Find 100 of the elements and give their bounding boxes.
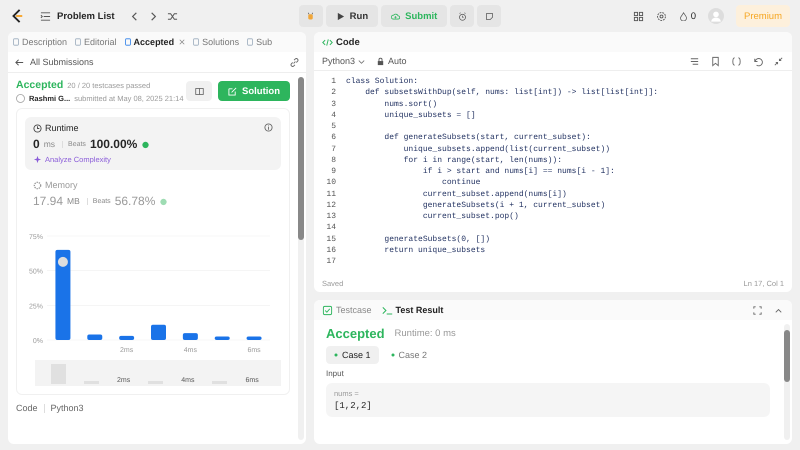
- chart-bar[interactable]: [119, 336, 134, 340]
- line-number: 11: [325, 190, 336, 199]
- line-number: 17: [325, 257, 336, 266]
- timer-button[interactable]: [450, 5, 474, 27]
- run-button[interactable]: Run: [326, 5, 378, 27]
- notes-button[interactable]: [477, 5, 502, 27]
- code-line: def generateSubsets(start, current_subset):: [383, 133, 591, 142]
- chart-bar[interactable]: [182, 333, 198, 340]
- code-line: return unique_subsets: [383, 246, 486, 255]
- problem-list-button[interactable]: Problem List: [40, 10, 115, 22]
- tab-icon: [192, 38, 200, 46]
- tab-icon: [246, 38, 254, 46]
- line-number: 1: [330, 77, 336, 86]
- list-icon: [40, 10, 51, 22]
- panel-tab[interactable]: Solutions: [192, 37, 240, 47]
- close-icon[interactable]: [179, 39, 186, 45]
- case-tab[interactable]: Case 2: [382, 346, 436, 364]
- code-icon: [322, 36, 333, 48]
- runtime-value: 0: [33, 137, 40, 151]
- cloud-upload-icon: [391, 12, 400, 20]
- memory-title: Memory: [33, 180, 78, 190]
- chart-bar[interactable]: [87, 334, 102, 340]
- play-icon: [336, 12, 345, 20]
- panel-tab[interactable]: Editorial: [74, 37, 117, 47]
- avatar-icon: [58, 256, 68, 267]
- line-number: 13: [325, 212, 336, 222]
- clock-icon: [33, 124, 42, 132]
- code-label: Code: [16, 403, 38, 413]
- grid-icon[interactable]: [632, 10, 644, 22]
- tab-icon: [74, 38, 82, 46]
- code-tab[interactable]: Code: [322, 36, 360, 48]
- avatar-icon: [16, 94, 25, 103]
- mode-label[interactable]: Auto: [376, 56, 407, 66]
- runtime-text: Runtime: 0 ms: [394, 328, 456, 339]
- fullscreen-icon[interactable]: [752, 304, 763, 316]
- back-arrow-icon: [14, 56, 25, 68]
- code-line: def subsetsWithDup(self, nums: list[int]) -> list[list[int]]:: [364, 88, 658, 98]
- book-icon: [194, 86, 204, 96]
- runtime-title: Runtime: [33, 123, 79, 133]
- collapse-icon[interactable]: [773, 56, 784, 66]
- line-number: 15: [325, 234, 336, 244]
- status-label: Accepted: [16, 79, 64, 91]
- case-tab[interactable]: Case 1: [326, 346, 379, 364]
- code-line: class Solution:: [346, 77, 418, 86]
- chart-bar[interactable]: [55, 250, 70, 340]
- code-line: current_subset.append(nums[i]): [422, 190, 567, 199]
- scrollbar[interactable]: [784, 324, 790, 440]
- line-number: 7: [330, 144, 336, 154]
- panel-tab[interactable]: Description: [12, 37, 68, 47]
- code-line: continue: [441, 178, 480, 188]
- language-dropdown[interactable]: Python3: [322, 56, 366, 66]
- streak-counter[interactable]: 0: [678, 10, 696, 22]
- back-link[interactable]: All Submissions: [14, 56, 94, 68]
- undo-icon[interactable]: [752, 56, 763, 66]
- info-icon[interactable]: [264, 123, 273, 132]
- line-number: 5: [330, 122, 336, 132]
- panel-tab[interactable]: Accepted: [124, 37, 186, 47]
- code-line: if i > start and nums[i] == nums[i - 1]:: [422, 167, 615, 176]
- sparkle-icon: [33, 155, 42, 164]
- line-number: 14: [325, 223, 336, 232]
- bookmark-icon[interactable]: [710, 56, 721, 66]
- bug-icon: [306, 12, 316, 20]
- code-line: generateSubsets(i + 1, current_subset): [422, 200, 606, 210]
- note-icon: [484, 12, 494, 20]
- line-number: 12: [325, 200, 336, 210]
- checkbox-icon: [322, 304, 333, 316]
- input-label: Input: [326, 369, 345, 378]
- dot-icon: [390, 353, 395, 357]
- line-number: 2: [330, 88, 336, 98]
- line-number: 9: [330, 167, 336, 176]
- panel-tab[interactable]: Sub: [246, 37, 272, 47]
- runtime-unit: ms: [44, 139, 56, 149]
- chart-bar[interactable]: [214, 336, 230, 340]
- code-line: nums.sort(): [383, 100, 438, 109]
- code-line: unique_subsets = []: [383, 110, 476, 120]
- memory-unit: MB: [67, 196, 80, 206]
- code-line: for i in range(start, len(nums)):: [402, 156, 562, 165]
- panel-tab[interactable]: Test Result: [382, 304, 444, 316]
- terminal-icon: [382, 304, 393, 316]
- link-icon[interactable]: [289, 56, 300, 68]
- book-button[interactable]: [186, 81, 212, 101]
- input-value: [1,2,2]: [334, 401, 373, 411]
- line-number: 3: [330, 100, 336, 109]
- memory-beats: 56.78%: [114, 194, 156, 208]
- braces-icon[interactable]: [731, 56, 742, 66]
- result-status: Accepted: [326, 326, 385, 341]
- code-line: current_subset.pop(): [422, 212, 519, 222]
- shuffle-icon[interactable]: [166, 10, 178, 22]
- line-number: 4: [330, 110, 336, 120]
- dot-icon: [334, 353, 338, 357]
- settings-icon[interactable]: [656, 10, 667, 22]
- line-number: 16: [325, 246, 336, 255]
- memory-value: 17.94: [33, 194, 64, 208]
- code-line: generateSubsets(0, []): [383, 234, 490, 244]
- format-icon[interactable]: [689, 56, 700, 66]
- chart-bar[interactable]: [246, 336, 262, 340]
- runtime-beats: 100.00%: [90, 137, 138, 151]
- scrollbar[interactable]: [298, 77, 304, 440]
- line-number: 8: [330, 156, 336, 165]
- logo-icon[interactable]: [10, 8, 24, 24]
